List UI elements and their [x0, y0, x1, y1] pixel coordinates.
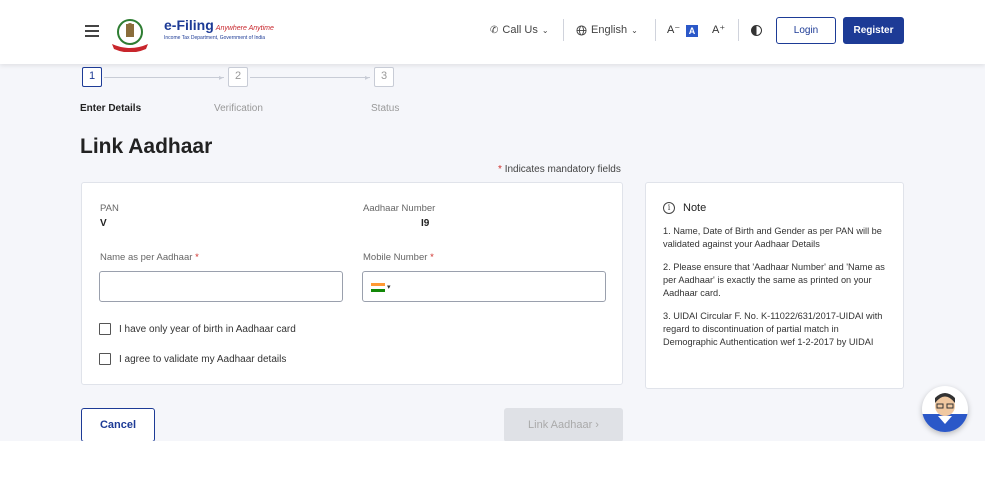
link-aadhaar-label: Link Aadhaar	[528, 419, 593, 431]
step-arrow-icon: ▸	[365, 73, 370, 82]
logo-title[interactable]: e-Filing Anywhere Anytime	[164, 17, 274, 33]
chevron-down-icon: ⌄	[541, 25, 549, 35]
logo-tagline: Anywhere Anytime	[215, 25, 274, 32]
india-flag-icon[interactable]	[371, 283, 385, 292]
globe-icon	[576, 24, 587, 36]
login-button[interactable]: Login	[776, 17, 836, 44]
logo-subtitle: Income Tax Department, Government of Ind…	[164, 35, 266, 41]
mobile-number-label: Mobile Number *	[363, 252, 434, 263]
hamburger-menu-icon[interactable]	[85, 25, 99, 37]
chevron-right-icon: ›	[595, 419, 599, 431]
link-aadhaar-form-card: PAN V Aadhaar Number I9 Name as per Aadh…	[81, 182, 623, 385]
year-of-birth-checkbox-label[interactable]: I have only year of birth in Aadhaar car…	[119, 324, 296, 335]
mandatory-note: * Indicates mandatory fields	[498, 164, 621, 175]
font-default-button[interactable]: A	[686, 25, 698, 37]
step-3-box: 3	[374, 67, 394, 87]
link-aadhaar-button[interactable]: Link Aadhaar ›	[504, 408, 623, 441]
note-heading: i Note	[663, 202, 706, 214]
step-arrow-icon: ▸	[219, 73, 224, 82]
header-divider	[563, 19, 564, 41]
cancel-button[interactable]: Cancel	[81, 408, 155, 441]
name-as-per-aadhaar-label: Name as per Aadhaar *	[100, 252, 199, 263]
note-title: Note	[683, 202, 707, 214]
name-as-per-aadhaar-input[interactable]	[99, 271, 343, 302]
chatbot-avatar-icon[interactable]	[922, 386, 968, 432]
aadhaar-number-label: Aadhaar Number	[363, 203, 436, 214]
language-label: English	[591, 24, 628, 36]
step-2-label: Verification	[214, 103, 263, 114]
year-of-birth-checkbox-row[interactable]: I have only year of birth in Aadhaar car…	[99, 323, 296, 335]
call-us-label: Call Us	[502, 24, 538, 36]
page-bottom-area	[0, 441, 985, 479]
aadhaar-number-value: I9	[421, 218, 430, 229]
required-star: *	[195, 252, 199, 263]
required-star: *	[498, 164, 502, 175]
mandatory-text: Indicates mandatory fields	[504, 164, 621, 175]
page-viewport: e-Filing Anywhere Anytime Income Tax Depa…	[0, 0, 985, 441]
contrast-icon[interactable]	[751, 25, 762, 36]
chevron-down-icon[interactable]: ▾	[387, 283, 391, 291]
step-connector	[250, 77, 370, 78]
note-item-3: 3. UIDAI Circular F. No. K-11022/631/201…	[663, 311, 883, 347]
language-dropdown[interactable]: English ⌄	[576, 24, 638, 36]
header-divider	[655, 19, 656, 41]
top-header: e-Filing Anywhere Anytime Income Tax Depa…	[0, 0, 985, 64]
step-2-box: 2	[228, 67, 248, 87]
emblem-logo-icon[interactable]	[110, 18, 150, 52]
note-panel: i Note 1. Name, Date of Birth and Gender…	[645, 182, 904, 389]
step-1-box: 1	[82, 67, 102, 87]
chevron-down-icon: ⌄	[631, 25, 638, 35]
register-button[interactable]: Register	[843, 17, 904, 44]
note-item-1: 1. Name, Date of Birth and Gender as per…	[663, 226, 882, 249]
agree-validate-checkbox[interactable]	[99, 353, 111, 365]
pan-label: PAN	[100, 203, 119, 214]
year-of-birth-checkbox[interactable]	[99, 323, 111, 335]
header-divider	[738, 19, 739, 41]
agree-validate-checkbox-label[interactable]: I agree to validate my Aadhaar details	[119, 354, 286, 365]
step-3-label: Status	[371, 103, 400, 114]
font-increase-button[interactable]: A⁺	[712, 23, 725, 36]
required-star: *	[430, 252, 434, 263]
step-1-label: Enter Details	[80, 103, 142, 114]
font-decrease-button[interactable]: A⁻	[667, 23, 680, 36]
phone-icon: ✆	[490, 24, 499, 36]
call-us-dropdown[interactable]: ✆ Call Us ⌄	[490, 24, 549, 36]
step-connector	[104, 77, 224, 78]
page-title: Link Aadhaar	[80, 135, 213, 158]
pan-value: V	[100, 218, 107, 229]
agree-validate-checkbox-row[interactable]: I agree to validate my Aadhaar details	[99, 353, 286, 365]
mobile-number-input[interactable]: ▾	[362, 271, 606, 302]
note-item-2: 2. Please ensure that 'Aadhaar Number' a…	[663, 262, 885, 298]
info-icon: i	[663, 202, 675, 214]
